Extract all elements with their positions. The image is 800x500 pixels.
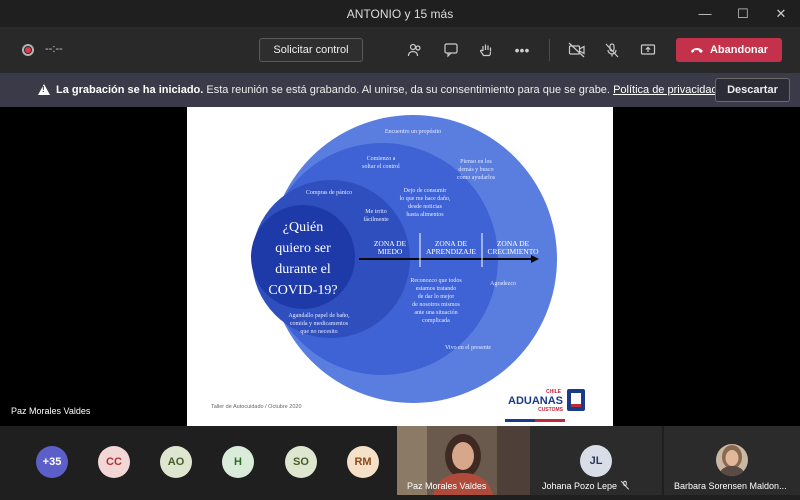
- note-text: Compras de pánico: [306, 190, 352, 196]
- note-text: lo que me hace daño,: [400, 196, 451, 202]
- banner-text: La grabación se ha iniciado. Esta reunió…: [56, 84, 718, 96]
- note-text: demás y busco: [458, 167, 493, 173]
- meeting-toolbar: --:-- Solicitar control ••• Abandonar: [0, 27, 800, 73]
- note-text: Encuentro un propósito: [385, 129, 441, 135]
- meeting-timer: --:--: [45, 43, 63, 55]
- zone-label: APRENDIZAJE: [426, 247, 476, 256]
- camera-off-icon[interactable]: [566, 39, 588, 61]
- participant-strip: +35 CC AO H SO RM Paz Morales Valdes JL …: [0, 426, 800, 495]
- window-controls: — ☐ ✕: [686, 0, 800, 27]
- flag-stripe-red: [535, 419, 565, 422]
- video-tile-name: Paz Morales Valdes: [407, 481, 487, 491]
- note-text: fácilmente: [363, 216, 389, 223]
- maximize-icon[interactable]: ☐: [724, 0, 762, 27]
- question-line: durante el: [275, 262, 331, 277]
- slide-footer: Taller de Autocuidado / Octubre 2020: [211, 404, 302, 410]
- participant-name: Barbara Sorensen Maldon...: [674, 481, 787, 491]
- chat-icon[interactable]: [440, 39, 462, 61]
- shared-screen: ¿Quién quiero ser durante el COVID-19? Z…: [0, 107, 800, 426]
- presentation-slide: ¿Quién quiero ser durante el COVID-19? Z…: [187, 107, 613, 426]
- more-participants-badge[interactable]: +35: [36, 446, 68, 478]
- warning-icon: [38, 84, 50, 95]
- leave-button[interactable]: Abandonar: [676, 38, 782, 62]
- participant-tile[interactable]: JL Johana Pozo Lepe: [530, 426, 662, 495]
- request-control-button[interactable]: Solicitar control: [259, 38, 363, 62]
- note-text: que no necesito: [300, 329, 337, 335]
- note-text: de nosotros mismos: [412, 302, 460, 308]
- minimize-icon[interactable]: —: [686, 0, 724, 27]
- note-text: hasta alimentos: [406, 212, 444, 218]
- note-text: estamos tratando: [416, 286, 457, 292]
- question-line: COVID-19?: [268, 283, 337, 298]
- share-screen-icon[interactable]: [637, 39, 659, 61]
- mic-off-icon[interactable]: [601, 39, 623, 61]
- note-text: soltar el control: [362, 164, 400, 170]
- hang-up-icon: [690, 48, 703, 53]
- note-text: Reconozco que todos: [410, 278, 462, 284]
- banner-title: La grabación se ha iniciado.: [56, 84, 204, 96]
- recording-banner: La grabación se ha iniciado. Esta reunió…: [0, 73, 800, 107]
- zones-diagram: ¿Quién quiero ser durante el COVID-19? Z…: [211, 115, 585, 422]
- video-tile[interactable]: Paz Morales Valdes: [397, 426, 530, 495]
- question-line: ¿Quién: [283, 220, 323, 235]
- mic-off-icon: [620, 480, 630, 490]
- note-text: Comienzo a: [367, 156, 396, 162]
- close-icon[interactable]: ✕: [762, 0, 800, 27]
- dismiss-button[interactable]: Descartar: [715, 78, 790, 102]
- participant-avatar[interactable]: RM: [347, 446, 379, 478]
- raise-hand-icon[interactable]: [475, 39, 497, 61]
- participant-avatar[interactable]: SO: [285, 446, 317, 478]
- zone-label: MIEDO: [378, 247, 403, 256]
- participant-avatar[interactable]: AO: [160, 446, 192, 478]
- logo-sub-text: CUSTOMS: [538, 407, 564, 413]
- note-text: cómo ayudarlos: [457, 175, 496, 181]
- banner-message: Esta reunión se está grabando. Al unirse…: [206, 84, 610, 96]
- note-text: Agradezco: [490, 281, 516, 287]
- note-text: ante una situación: [414, 310, 457, 316]
- window-title: ANTONIO y 15 más: [346, 6, 454, 21]
- aduanas-logo: CHILE ADUANAS CUSTOMS: [508, 389, 585, 413]
- note-text: desde noticias: [408, 204, 442, 210]
- note-text: Vivo en el presente: [445, 345, 491, 351]
- leave-label: Abandonar: [709, 44, 769, 56]
- more-options-icon[interactable]: •••: [511, 39, 533, 61]
- note-text: comida y medicamentos: [290, 321, 349, 327]
- note-text: Dejo de consumir: [404, 188, 447, 194]
- participant-avatar: JL: [580, 445, 612, 477]
- title-bar: ANTONIO y 15 más — ☐ ✕: [0, 0, 800, 27]
- participant-avatar[interactable]: H: [222, 446, 254, 478]
- question-line: quiero ser: [275, 241, 331, 256]
- note-text: Me irrito: [365, 209, 387, 215]
- privacy-policy-link[interactable]: Política de privacidad: [613, 84, 718, 96]
- flag-stripe-blue: [505, 419, 535, 422]
- note-text: de dar lo mejor: [418, 294, 455, 300]
- participant-tile[interactable]: Barbara Sorensen Maldon...: [664, 426, 800, 495]
- participant-avatar[interactable]: CC: [98, 446, 130, 478]
- participant-name: Johana Pozo Lepe: [542, 481, 618, 491]
- zone-labels: ZONA DE MIEDO ZONA DE APRENDIZAJE ZONA D…: [374, 239, 539, 256]
- participants-icon[interactable]: [404, 39, 426, 61]
- logo-main-text: ADUANAS: [508, 395, 563, 407]
- recording-icon: [22, 44, 34, 56]
- presenter-name: Paz Morales Valdes: [11, 406, 91, 416]
- note-text: Pienso en los: [460, 159, 492, 165]
- toolbar-divider: [549, 39, 550, 61]
- note-text: complicada: [422, 318, 450, 324]
- avatar: [716, 444, 748, 476]
- zone-label: CRECIMIENTO: [487, 247, 539, 256]
- note-text: Agandallo papel de baño,: [288, 313, 350, 319]
